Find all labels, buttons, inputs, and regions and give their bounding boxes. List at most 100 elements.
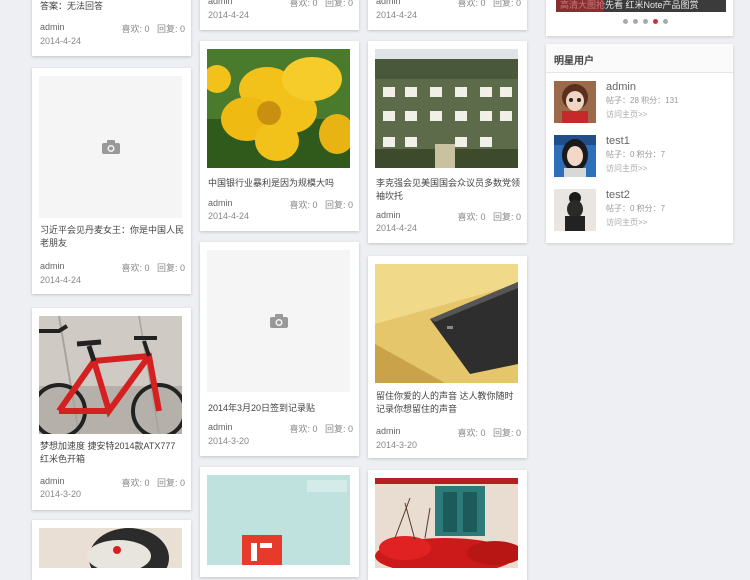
post-date: 2014-3-20 (376, 440, 418, 450)
post-replies: 回复: 0 (156, 478, 185, 488)
post-likes: 喜欢: 0 (289, 0, 318, 8)
post-likes: 喜欢: 0 (457, 0, 486, 8)
featured-banner[interactable]: 高清大图抢先看 红米Note产品图赏 (546, 0, 733, 36)
post-thumbnail[interactable] (207, 475, 350, 565)
pagination-dot-active[interactable] (653, 19, 658, 24)
girl-avatar-image (554, 189, 596, 231)
post-card[interactable]: 梦想加速度 捷安特2014款ATX777红米色开箱 admin 喜欢: 0 回复… (32, 308, 191, 510)
post-author[interactable]: admin (376, 426, 401, 436)
post-card[interactable] (32, 520, 191, 580)
avatar[interactable] (554, 189, 596, 231)
post-card[interactable]: 李克强会见美国国会众议员多数党领袖坎托 admin 喜欢: 0 回复: 0 20… (368, 41, 527, 243)
user-name[interactable]: admin (606, 81, 636, 93)
flowers-photo (375, 478, 518, 568)
avatar[interactable] (554, 135, 596, 177)
post-replies: 回复: 0 (324, 200, 353, 210)
post-date: 2014-3-20 (208, 436, 250, 446)
post-card[interactable] (200, 467, 359, 577)
post-author[interactable]: admin (40, 476, 65, 486)
post-card[interactable]: 习近平会见丹麦女王：你是中国人民老朋友 admin 喜欢: 0 回复: 0 20… (32, 68, 191, 294)
post-date: 2014-4-24 (40, 36, 82, 46)
post-likes: 喜欢: 0 (457, 428, 486, 438)
post-title[interactable]: 2014年3月20日签到记录贴 (208, 402, 352, 415)
post-likes: 喜欢: 0 (289, 200, 318, 210)
device-photo (375, 264, 518, 383)
post-card[interactable]: 答案：无法回答 admin 喜欢: 0 回复: 0 2014-4-24 (32, 0, 191, 56)
user-homepage-link[interactable]: 访问主页>> (606, 163, 647, 174)
camera-icon (269, 314, 288, 328)
flower-photo (207, 49, 350, 168)
post-replies: 回复: 0 (492, 428, 521, 438)
post-thumbnail[interactable] (375, 478, 518, 568)
user-row: test2 帖子：0 积分：7 访问主页>> (554, 189, 734, 233)
star-users-panel: 明星用户 admin 帖子：28 积分：131 访问主页>> test1 帖子：… (546, 44, 733, 243)
post-replies: 回复: 0 (324, 424, 353, 434)
post-title[interactable]: 答案：无法回答 (40, 0, 184, 13)
user-row: admin 帖子：28 积分：131 访问主页>> (554, 81, 734, 125)
pagination-dot[interactable] (663, 19, 668, 24)
post-title[interactable]: 留住你爱的人的声音 达人教你随时记录你想留住的声音 (376, 390, 520, 416)
camera-icon (101, 140, 120, 154)
user-stats: 帖子：0 积分：7 (606, 150, 666, 159)
post-author[interactable]: admin (376, 0, 401, 6)
post-card[interactable]: 留住你爱的人的声音 达人教你随时记录你想留住的声音 admin 喜欢: 0 回复… (368, 256, 527, 458)
post-thumbnail[interactable] (375, 264, 518, 383)
post-likes: 喜欢: 0 (121, 24, 150, 34)
post-author[interactable]: admin (40, 261, 65, 271)
panel-header: 明星用户 (546, 44, 733, 73)
post-title[interactable]: 中国银行业暴利是因为规模大吗 (208, 177, 352, 190)
post-likes: 喜欢: 0 (121, 478, 150, 488)
user-stats: 帖子：28 积分：131 (606, 96, 679, 105)
post-thumbnail-placeholder[interactable] (207, 250, 350, 392)
user-homepage-link[interactable]: 访问主页>> (606, 109, 647, 120)
post-replies: 回复: 0 (156, 263, 185, 273)
post-likes: 喜欢: 0 (289, 424, 318, 434)
post-likes: 喜欢: 0 (121, 263, 150, 273)
pagination-dot[interactable] (633, 19, 638, 24)
post-thumbnail[interactable] (207, 49, 350, 168)
post-title[interactable]: 李克强会见美国国会众议员多数党领袖坎托 (376, 177, 520, 203)
post-thumbnail-placeholder[interactable] (39, 76, 182, 218)
user-homepage-link[interactable]: 访问主页>> (606, 217, 647, 228)
post-date: 2014-3-20 (40, 489, 82, 499)
post-card[interactable]: admin 喜欢: 0 回复: 0 2014-4-24 (200, 0, 359, 30)
post-replies: 回复: 0 (156, 24, 185, 34)
post-date: 2014-4-24 (208, 211, 250, 221)
post-author[interactable]: admin (208, 198, 233, 208)
building-photo (375, 49, 518, 168)
pagination-dot[interactable] (623, 19, 628, 24)
post-author[interactable]: admin (376, 210, 401, 220)
post-author[interactable]: admin (40, 22, 65, 32)
bicycle-photo (39, 316, 182, 434)
product-photo (207, 475, 350, 565)
post-date: 2014-4-24 (40, 275, 82, 285)
doll-avatar-image (554, 81, 596, 123)
post-likes: 喜欢: 0 (457, 212, 486, 222)
banner-image[interactable]: 高清大图抢先看 红米Note产品图赏 (556, 0, 726, 12)
post-title[interactable]: 梦想加速度 捷安特2014款ATX777红米色开箱 (40, 440, 184, 466)
avatar[interactable] (554, 81, 596, 123)
post-date: 2014-4-24 (376, 223, 418, 233)
post-author[interactable]: admin (208, 0, 233, 6)
post-replies: 回复: 0 (324, 0, 353, 8)
woman-avatar-image (554, 135, 596, 177)
person-photo (39, 528, 182, 568)
user-name[interactable]: test1 (606, 135, 630, 147)
post-author[interactable]: admin (208, 422, 233, 432)
user-name[interactable]: test2 (606, 189, 630, 201)
post-title[interactable]: 习近平会见丹麦女王：你是中国人民老朋友 (40, 224, 184, 250)
post-thumbnail[interactable] (375, 49, 518, 168)
user-stats: 帖子：0 积分：7 (606, 204, 666, 213)
post-card[interactable] (368, 470, 527, 580)
post-card[interactable]: admin 喜欢: 0 回复: 0 2014-4-24 (368, 0, 527, 30)
post-thumbnail[interactable] (39, 316, 182, 434)
post-card[interactable]: 中国银行业暴利是因为规模大吗 admin 喜欢: 0 回复: 0 2014-4-… (200, 41, 359, 231)
post-date: 2014-4-24 (208, 10, 250, 20)
banner-pagination (623, 19, 668, 25)
post-card[interactable]: 2014年3月20日签到记录贴 admin 喜欢: 0 回复: 0 2014-3… (200, 242, 359, 456)
post-date: 2014-4-24 (376, 10, 418, 20)
post-replies: 回复: 0 (492, 212, 521, 222)
post-thumbnail[interactable] (39, 528, 182, 568)
panel-title: 明星用户 (554, 56, 594, 67)
pagination-dot[interactable] (643, 19, 648, 24)
